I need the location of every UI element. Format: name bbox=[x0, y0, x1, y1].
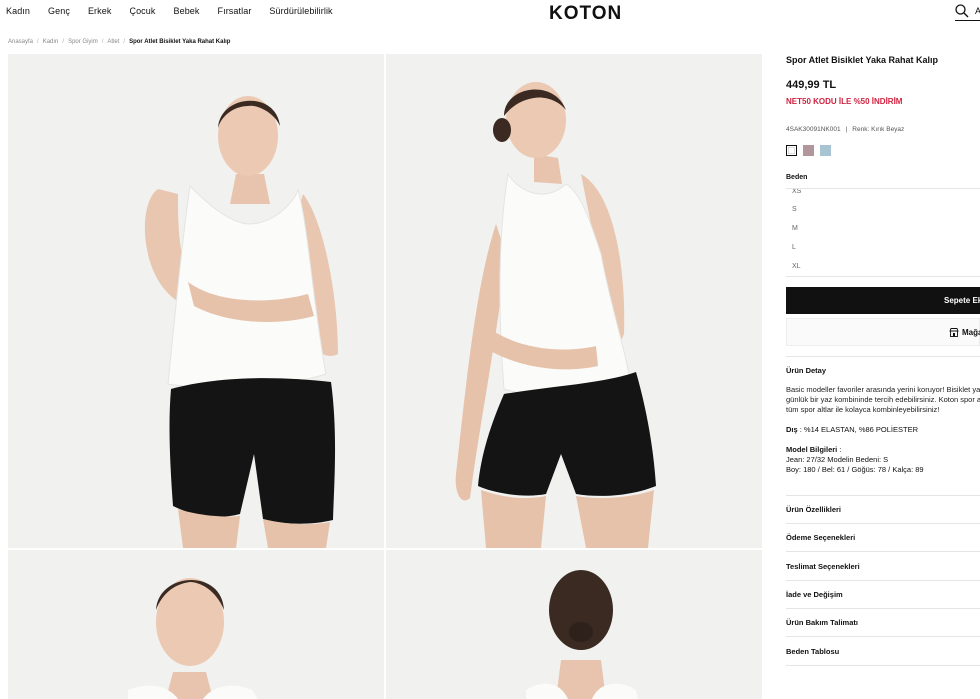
accordion-odeme-secenekleri[interactable]: Ödeme Seçenekleri bbox=[786, 533, 980, 542]
product-color-name: Renk: Kırık Beyaz bbox=[852, 126, 905, 133]
material-value: : %14 ELASTAN, %86 POLİESTER bbox=[799, 425, 919, 434]
store-stock-button[interactable]: Mağaz bbox=[786, 318, 980, 346]
breadcrumb-item[interactable]: Atlet bbox=[107, 39, 119, 45]
nav-item-kadin[interactable]: Kadın bbox=[6, 6, 30, 16]
size-option[interactable]: XS bbox=[792, 189, 801, 195]
product-title: Spor Atlet Bisiklet Yaka Rahat Kalıp bbox=[786, 55, 939, 65]
description-line: günlük bir yaz kombininde tercih edebili… bbox=[786, 395, 980, 404]
nav-item-bebek[interactable]: Bebek bbox=[173, 6, 199, 16]
product-sku: 4SAK30091NK001 bbox=[786, 126, 841, 133]
product-image-1[interactable] bbox=[8, 54, 384, 548]
breadcrumb-current: Spor Atlet Bisiklet Yaka Rahat Kalıp bbox=[129, 39, 231, 45]
nav-item-firsatlar[interactable]: Fırsatlar bbox=[218, 6, 252, 16]
accordion-iade-degisim[interactable]: İade ve Değişim bbox=[786, 590, 980, 599]
product-detail-title: Ürün Detay bbox=[786, 366, 827, 375]
header-underline bbox=[955, 20, 980, 21]
size-label: Beden bbox=[786, 174, 808, 181]
size-option[interactable]: XL bbox=[792, 263, 801, 270]
breadcrumb-item[interactable]: Kadın bbox=[43, 39, 59, 45]
accordion-urun-bakim[interactable]: Ürün Bakım Talimatı bbox=[786, 618, 980, 627]
divider bbox=[786, 608, 980, 609]
accordion-beden-tablosu[interactable]: Beden Tablosu bbox=[786, 647, 980, 656]
product-sku-line: 4SAK30091NK001 | Renk: Kırık Beyaz bbox=[786, 126, 905, 133]
color-swatches bbox=[786, 145, 831, 156]
size-option[interactable]: L bbox=[792, 244, 796, 251]
color-swatch[interactable] bbox=[820, 145, 831, 156]
breadcrumb-item[interactable]: Anasayfa bbox=[8, 39, 33, 45]
divider bbox=[786, 636, 980, 637]
model-info: Model Bilgileri : Jean: 27/32 Modelin Be… bbox=[786, 445, 924, 474]
material-info: Dış : %14 ELASTAN, %86 POLİESTER bbox=[786, 425, 918, 434]
product-image-3[interactable] bbox=[8, 550, 384, 699]
accordion-urun-ozellikleri[interactable]: Ürün Özellikleri bbox=[786, 505, 980, 514]
material-label: Dış bbox=[786, 425, 798, 434]
product-image-4[interactable] bbox=[386, 550, 762, 699]
model-front-illustration bbox=[8, 54, 384, 548]
main-nav: Kadın Genç Erkek Çocuk Bebek Fırsatlar S… bbox=[6, 6, 351, 16]
store-icon bbox=[949, 328, 959, 337]
divider bbox=[786, 356, 980, 357]
search-icon[interactable] bbox=[955, 4, 969, 18]
model-info-label: Model Bilgileri bbox=[786, 445, 838, 454]
accordion-teslimat-secenekleri[interactable]: Teslimat Seçenekleri bbox=[786, 562, 980, 571]
koton-logo[interactable]: KOTON bbox=[549, 2, 635, 22]
add-to-cart-label: Sepete Ekle bbox=[944, 296, 980, 305]
product-price: 449,99 TL bbox=[786, 79, 837, 91]
promo-code-text: NET50 KODU İLE %50 İNDİRİM bbox=[786, 97, 903, 106]
model-info-line: Jean: 27/32 Modelin Bedeni: S bbox=[786, 455, 889, 464]
divider bbox=[786, 580, 980, 581]
breadcrumb: Anasayfa / Kadın / Spor Giyim / Atlet / Spor… bbox=[8, 39, 231, 45]
header-account-text[interactable]: A bbox=[975, 6, 980, 16]
nav-item-surdurulebilirlik[interactable]: Sürdürülebilirlik bbox=[269, 6, 332, 16]
divider bbox=[786, 523, 980, 524]
store-button-label: Mağaz bbox=[962, 328, 980, 337]
divider bbox=[786, 551, 980, 552]
product-description: Basic modeller favoriler arasında yerini… bbox=[786, 385, 980, 415]
add-to-cart-button[interactable]: Sepete Ekle bbox=[786, 287, 980, 314]
header: Kadın Genç Erkek Çocuk Bebek Fırsatlar S… bbox=[0, 0, 980, 24]
size-list[interactable]: XS S M L XL bbox=[786, 188, 980, 277]
breadcrumb-item[interactable]: Spor Giyim bbox=[68, 39, 98, 45]
nav-item-cocuk[interactable]: Çocuk bbox=[129, 6, 155, 16]
size-option[interactable]: S bbox=[792, 206, 797, 213]
model-closeup-front-illustration bbox=[8, 550, 384, 699]
divider bbox=[786, 665, 980, 666]
logo-text: KOTON bbox=[549, 3, 622, 22]
product-image-2[interactable] bbox=[386, 54, 762, 548]
size-option[interactable]: M bbox=[792, 225, 798, 232]
description-line: tüm spor altlar ile kolayca kombinleyebi… bbox=[786, 405, 940, 414]
nav-item-genc[interactable]: Genç bbox=[48, 6, 70, 16]
model-info-line: Boy: 180 / Bel: 61 / Göğüs: 78 / Kalça: … bbox=[786, 465, 924, 474]
divider bbox=[786, 495, 980, 496]
model-side-illustration bbox=[386, 54, 762, 548]
nav-item-erkek[interactable]: Erkek bbox=[88, 6, 112, 16]
color-swatch-selected[interactable] bbox=[786, 145, 797, 156]
color-swatch[interactable] bbox=[803, 145, 814, 156]
model-closeup-back-illustration bbox=[386, 550, 762, 699]
description-line: Basic modeller favoriler arasında yerini… bbox=[786, 385, 980, 394]
